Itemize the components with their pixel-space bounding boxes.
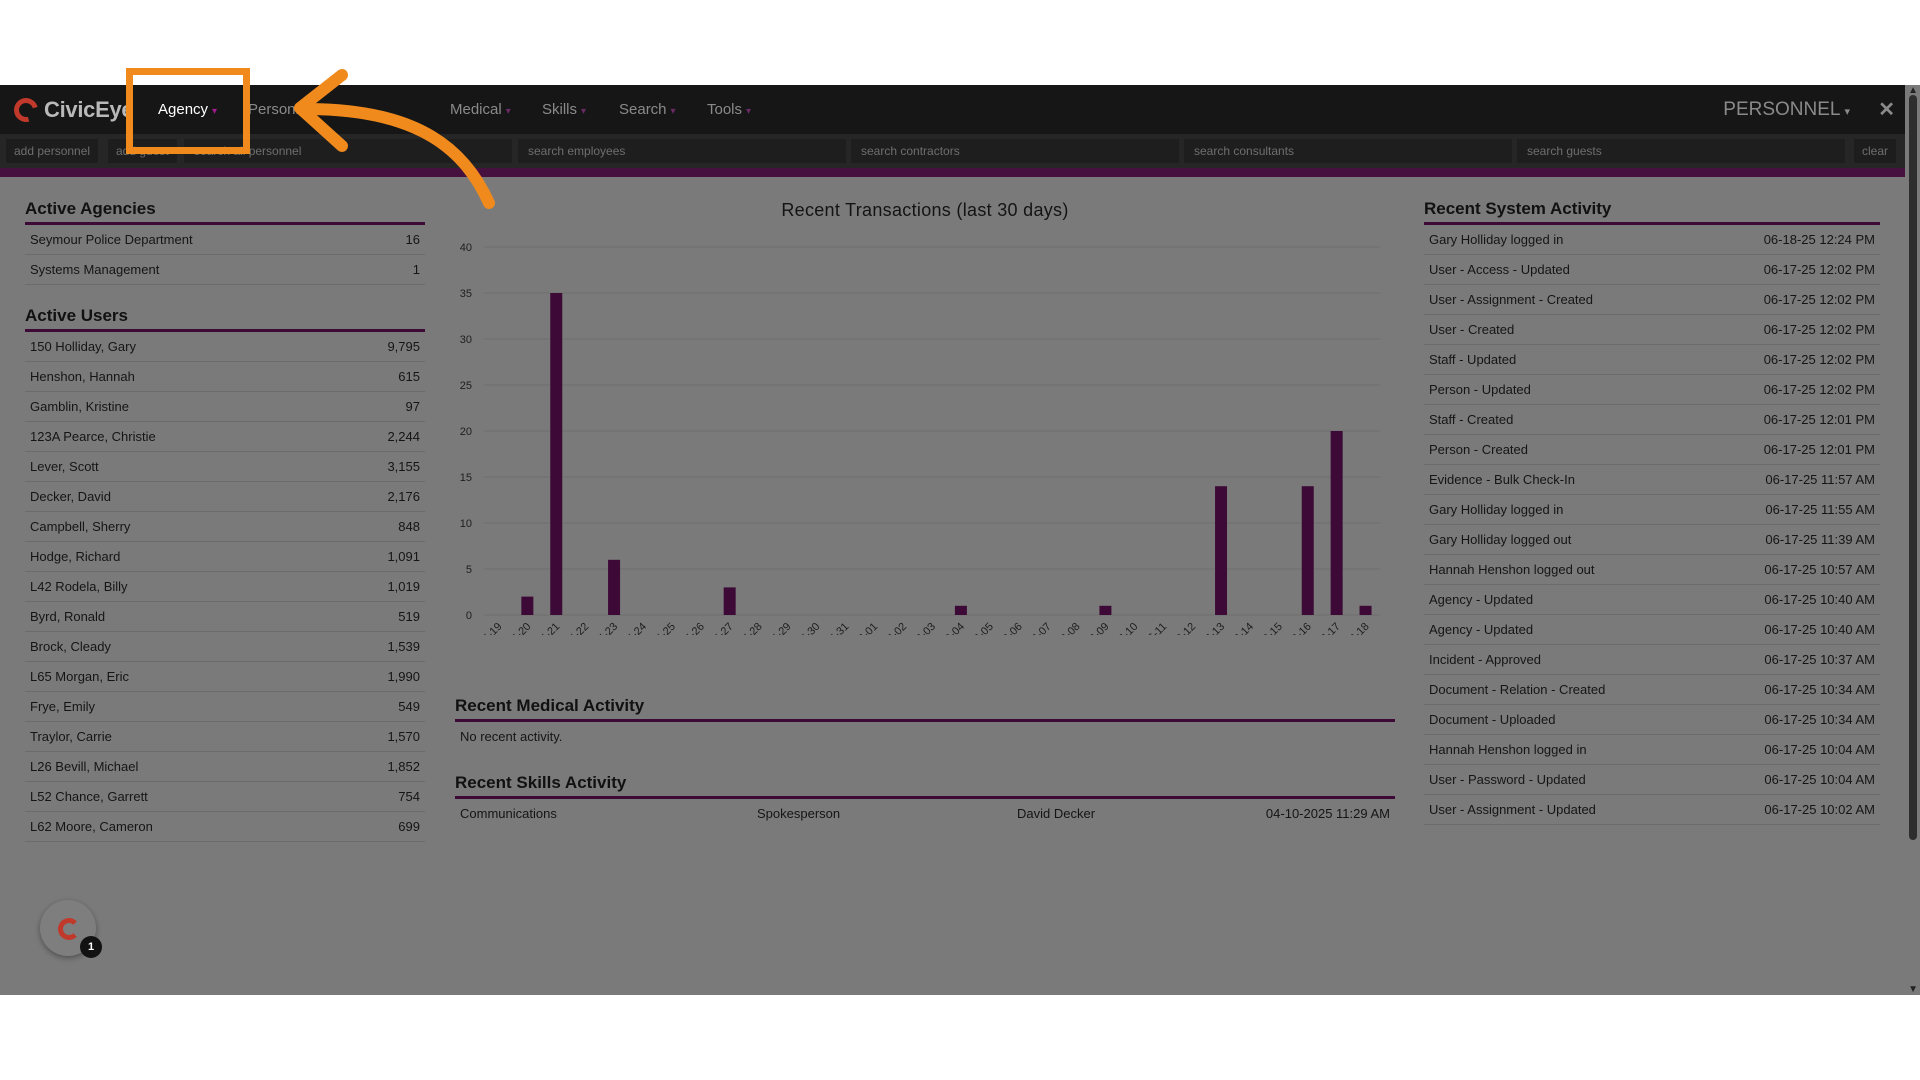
- pointer-arrow-icon: [294, 69, 495, 209]
